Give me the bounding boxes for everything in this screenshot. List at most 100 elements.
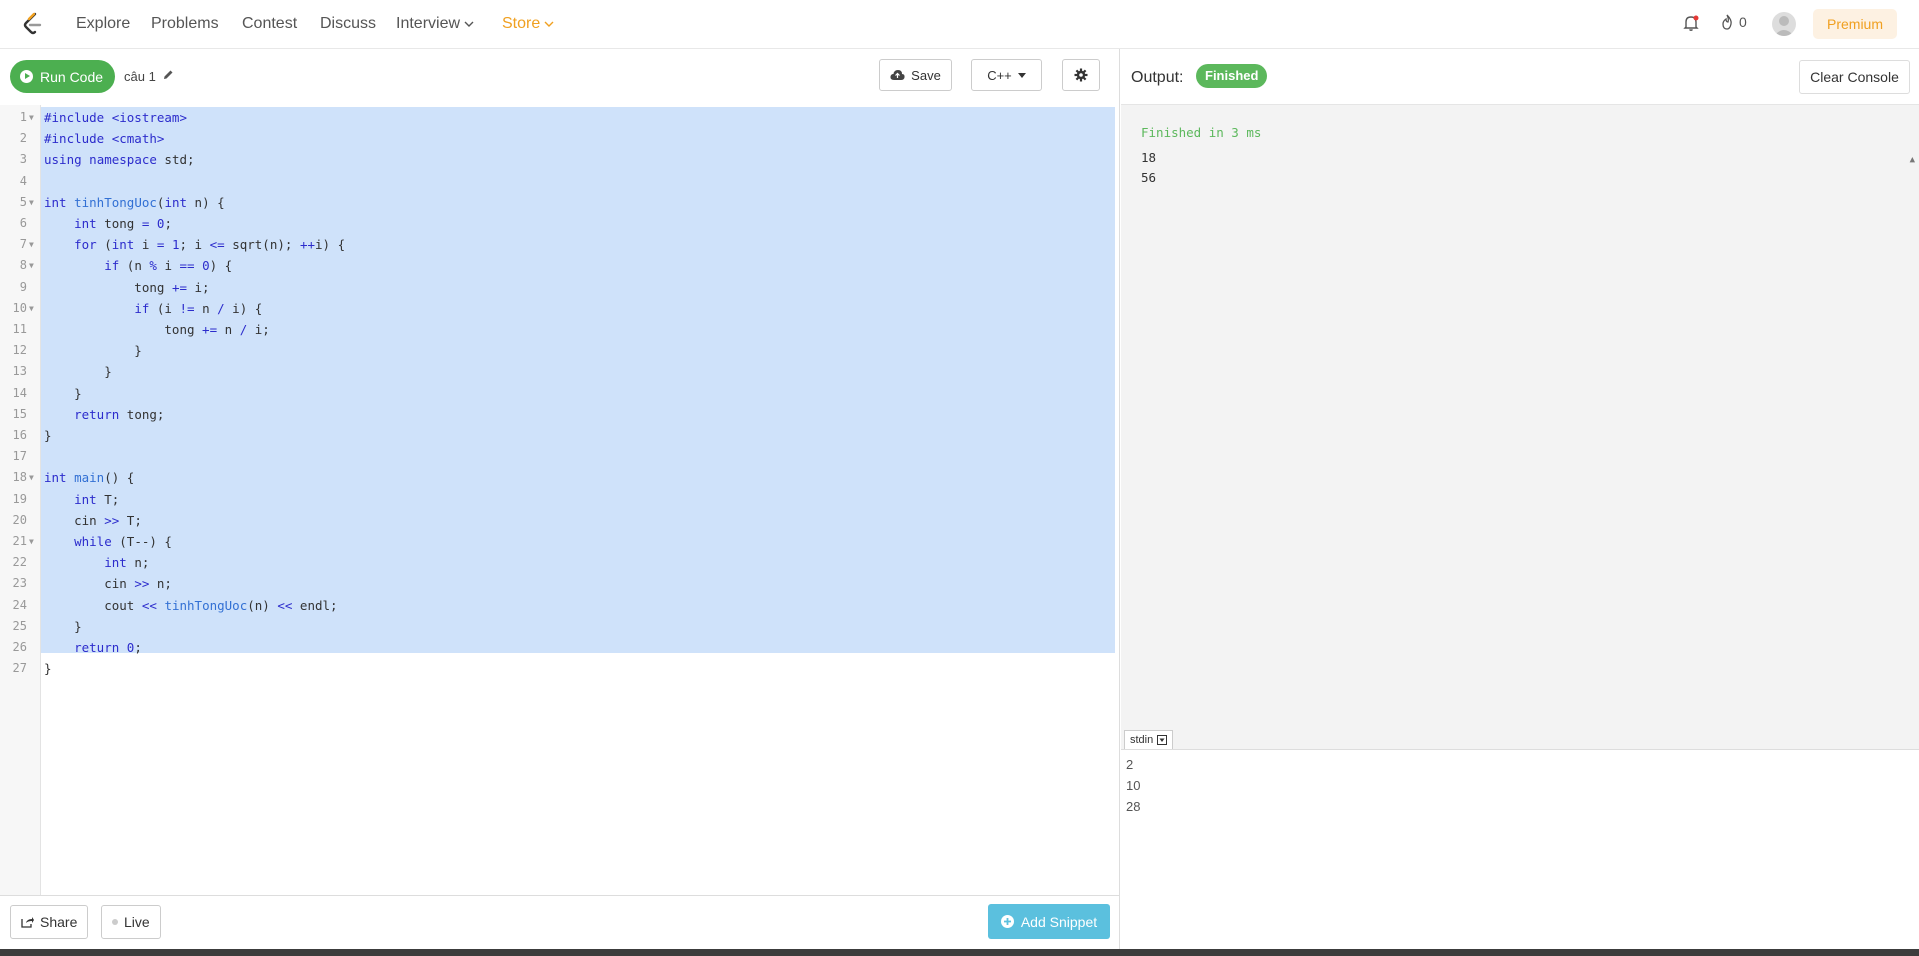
notification-bell-icon[interactable] — [1682, 14, 1700, 32]
run-code-button[interactable]: Run Code — [10, 60, 116, 93]
console-output-line: 56 — [1141, 170, 1157, 185]
line-number: 23 — [12, 576, 27, 591]
code-text: using namespace std; — [44, 152, 195, 168]
code-text: } — [44, 661, 52, 677]
output-panel: Output: Finished Clear Console Finished … — [1121, 49, 1919, 950]
scroll-up-arrow-icon[interactable]: ▲ — [1910, 155, 1915, 165]
line-number: 21 — [12, 534, 27, 548]
nav-contest[interactable]: Contest — [242, 15, 297, 33]
code-text: } — [44, 428, 52, 443]
pencil-icon[interactable] — [162, 69, 174, 81]
leetcode-logo-icon[interactable] — [20, 11, 46, 37]
line-number: 1 — [19, 110, 27, 124]
code-text: int n; — [104, 555, 150, 571]
nav-interview[interactable]: Interview — [396, 15, 474, 33]
caret-down-icon — [1017, 72, 1026, 78]
nav-explore[interactable]: Explore — [76, 15, 130, 33]
line-number: 8 — [19, 258, 27, 273]
code-text: tong += i; — [44, 279, 210, 295]
code-text: int tinhTongUoc(int n) { — [44, 194, 225, 210]
line-number: 13 — [12, 364, 27, 379]
language-label: C++ — [987, 67, 1012, 83]
output-header: Output: Finished Clear Console — [1121, 49, 1919, 105]
chevron-down-icon — [464, 21, 474, 27]
nav-problems[interactable]: Problems — [151, 15, 219, 33]
avatar[interactable] — [1772, 12, 1796, 36]
code-text: #include <cmath> — [44, 131, 165, 147]
nav-store-label: Store — [502, 15, 541, 32]
code-text: } — [44, 343, 142, 359]
language-select[interactable]: C++ — [971, 59, 1042, 91]
text-selection — [41, 107, 1115, 653]
code-editor[interactable]: 1 ▼ #include <iostream> 2 #include <cmath> 3 u… — [0, 105, 1119, 895]
code-text: cout << tinhTongUoc(n) << endl; — [44, 597, 338, 613]
fold-toggle-icon[interactable]: ▼ — [29, 255, 34, 276]
code-text: cin >> T; — [44, 512, 142, 528]
stdin-tab[interactable]: stdin — [1124, 730, 1174, 749]
editor-footer: Share Live Add Snippet — [0, 895, 1119, 950]
line-number: 11 — [12, 322, 27, 336]
code-text: return tong; — [74, 406, 165, 422]
streak-counter[interactable]: 0 — [1720, 14, 1747, 30]
premium-button[interactable]: Premium — [1813, 9, 1898, 39]
save-button[interactable]: Save — [879, 59, 952, 91]
fold-toggle-icon[interactable]: ▼ — [29, 467, 34, 488]
line-number: 4 — [19, 173, 27, 188]
console-status-line: Finished in 3 ms — [1141, 125, 1262, 140]
stdin-input[interactable]: 2 10 28 — [1121, 749, 1919, 950]
fold-toggle-icon[interactable]: ▼ — [29, 192, 34, 213]
line-number: 3 — [19, 152, 27, 167]
fold-toggle-icon[interactable]: ▼ — [29, 107, 34, 128]
stdin-line: 2 — [1126, 757, 1134, 772]
line-number: 2 — [19, 131, 27, 146]
stdin-tab-label: stdin — [1130, 734, 1154, 746]
save-label: Save — [911, 67, 941, 83]
code-text: int T; — [74, 491, 120, 507]
clear-console-button[interactable]: Clear Console — [1799, 60, 1910, 94]
code-text: tong += n / i; — [44, 322, 270, 337]
console-output-line: 18 — [1141, 150, 1157, 165]
fold-toggle-icon[interactable]: ▼ — [29, 531, 34, 552]
file-name[interactable]: câu 1 — [124, 69, 156, 84]
share-icon — [21, 917, 34, 928]
nav-store[interactable]: Store — [502, 15, 554, 33]
line-number: 10 — [12, 300, 27, 315]
plus-circle-icon — [1000, 915, 1014, 928]
collapse-toggle-icon — [1157, 735, 1168, 745]
fold-toggle-icon[interactable]: ▼ — [29, 234, 34, 255]
code-text: } — [44, 385, 82, 401]
code-text: cin >> n; — [44, 576, 172, 592]
line-number: 25 — [12, 618, 27, 633]
output-console[interactable]: Finished in 3 ms 18 56 ▲ ▼ — [1121, 105, 1919, 803]
code-text: } — [44, 618, 82, 634]
editor-panel: Run Code câu 1 Save C++ 1 ▼ #include <io… — [0, 49, 1120, 950]
line-number: 20 — [12, 512, 27, 527]
line-number: 24 — [12, 597, 27, 612]
line-number: 22 — [12, 555, 27, 570]
nav-discuss[interactable]: Discuss — [320, 15, 376, 33]
fire-icon — [1722, 14, 1732, 30]
play-icon — [20, 70, 33, 83]
line-number: 17 — [12, 449, 27, 464]
line-number: 14 — [12, 385, 27, 400]
stdin-line: 10 — [1126, 778, 1141, 793]
line-number: 27 — [12, 661, 27, 676]
line-number: 5 — [19, 194, 27, 209]
line-number: 15 — [12, 406, 27, 421]
code-text: int main() { — [44, 470, 135, 486]
live-button[interactable]: Live — [101, 905, 161, 939]
code-text: while (T--) { — [74, 534, 172, 549]
share-label: Share — [40, 914, 78, 930]
bottom-bar — [0, 949, 1919, 956]
line-number: 7 — [19, 237, 27, 252]
code-text: if (n % i == 0) { — [104, 258, 233, 274]
stdin-line: 28 — [1126, 799, 1141, 814]
add-snippet-button[interactable]: Add Snippet — [988, 904, 1110, 939]
share-button[interactable]: Share — [10, 905, 89, 939]
code-text: return 0; — [74, 640, 142, 655]
fold-toggle-icon[interactable]: ▼ — [29, 298, 34, 319]
settings-button[interactable] — [1062, 59, 1100, 91]
code-text: int tong = 0; — [74, 216, 172, 231]
add-snippet-label: Add Snippet — [1020, 913, 1098, 930]
chevron-down-icon — [544, 21, 554, 27]
